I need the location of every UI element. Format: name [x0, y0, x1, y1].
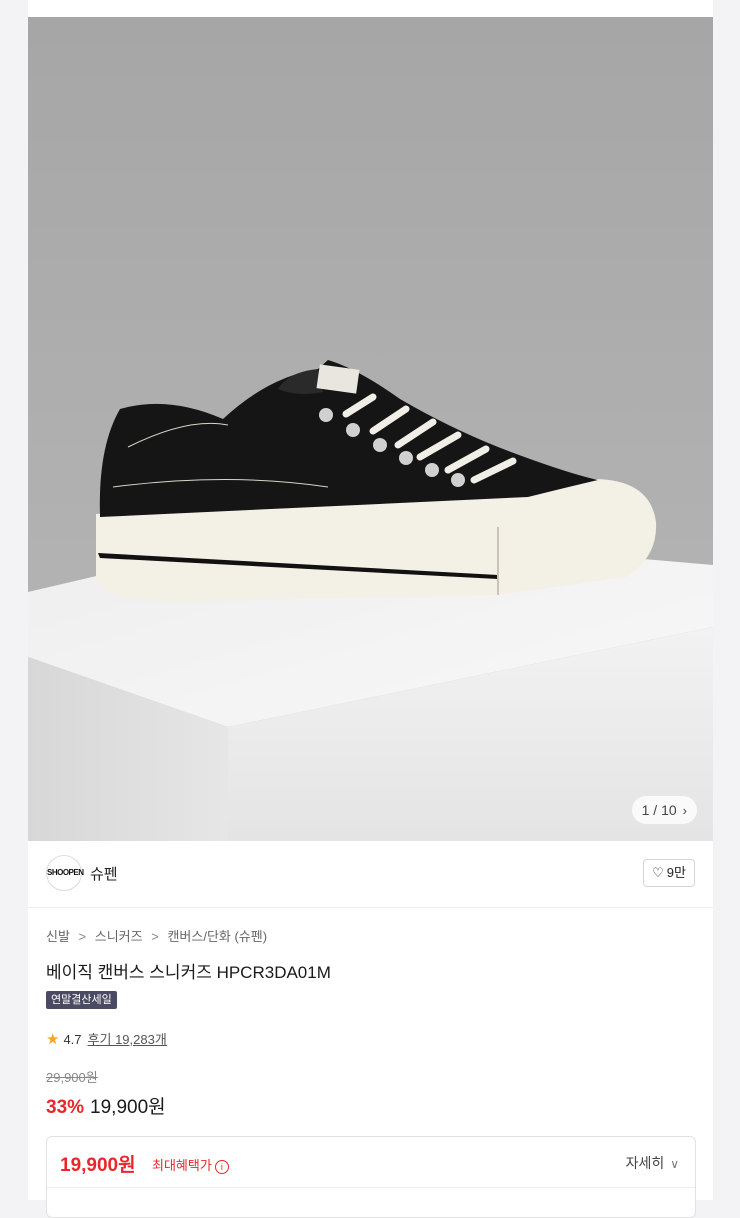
rating-value: 4.7 — [63, 1032, 82, 1047]
max-benefit-box: 19,900원 최대혜택가 i 자세히 ∨ — [46, 1136, 696, 1218]
breadcrumb-separator: > — [78, 929, 87, 944]
price-row: 33% 19,900원 — [46, 1092, 166, 1119]
brand-logo[interactable]: SHOOPEN — [46, 855, 84, 891]
top-bar — [28, 0, 713, 18]
chevron-down-icon: ∨ — [670, 1157, 679, 1171]
product-page: 1 / 10 › SHOOPEN 슈펜 ♡ 9만 신발 > 스니커즈 > 캔버스/단… — [28, 0, 713, 1218]
like-button[interactable]: ♡ 9만 — [643, 859, 695, 887]
benefit-price: 19,900원 — [60, 1155, 136, 1176]
discount-rate: 33% — [46, 1097, 85, 1118]
detail-toggle[interactable]: 자세히 ∨ — [626, 1153, 679, 1173]
breadcrumb: 신발 > 스니커즈 > 캔버스/단화 (슈펜) — [46, 926, 272, 945]
heart-icon: ♡ — [652, 865, 664, 880]
benefit-label: 최대혜택가 i — [152, 1155, 229, 1174]
breadcrumb-item[interactable]: 신발 — [46, 929, 70, 944]
divider — [47, 1187, 695, 1188]
original-price: 29,900원 — [46, 1070, 98, 1085]
chevron-right-icon: › — [682, 803, 687, 818]
sale-price: 19,900원 — [90, 1097, 166, 1118]
breadcrumb-item[interactable]: 스니커즈 — [95, 929, 143, 944]
info-icon[interactable]: i — [214, 1159, 229, 1174]
product-image — [28, 17, 713, 841]
sale-badge: 연말결산세일 — [46, 991, 117, 1009]
image-counter-text: 1 / 10 — [641, 802, 677, 818]
product-image-carousel[interactable]: 1 / 10 › — [28, 17, 713, 841]
breadcrumb-separator: > — [151, 929, 159, 944]
like-count: 9만 — [666, 865, 686, 880]
review-link[interactable]: 후기 19,283개 — [88, 1032, 167, 1047]
image-counter[interactable]: 1 / 10 › — [631, 796, 697, 824]
benefit-label-text: 최대혜택가 — [152, 1158, 212, 1173]
brand-name[interactable]: 슈펜 — [90, 863, 118, 884]
rating-row: ★ 4.7 후기 19,283개 — [46, 1029, 167, 1048]
product-title: 베이직 캔버스 스니커즈 HPCR3DA01M — [46, 963, 331, 982]
breadcrumb-item[interactable]: 캔버스/단화 (슈펜) — [167, 929, 267, 944]
star-icon: ★ — [46, 1031, 60, 1048]
detail-label: 자세히 — [625, 1155, 665, 1171]
brand-row: SHOOPEN 슈펜 ♡ 9만 — [28, 841, 713, 908]
